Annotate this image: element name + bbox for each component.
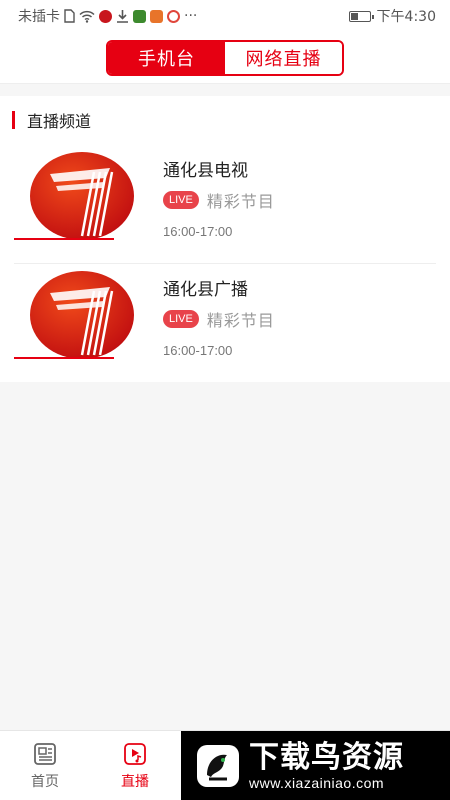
program-title: 精彩节目: [206, 311, 275, 330]
battery-icon: [348, 10, 374, 22]
section-header: 直播频道: [12, 110, 92, 131]
channel-name: 通化县电视: [163, 161, 248, 181]
live-row: LIVE 精彩节目: [163, 188, 275, 212]
channel-type-switch: 手机台 网络直播: [106, 39, 344, 76]
live-badge: LIVE: [163, 310, 199, 328]
status-bar: 未插卡 ··· 下午4:30: [0, 0, 450, 32]
chicken-notification-icon: [150, 9, 163, 23]
app-notification-icon: [99, 9, 112, 23]
station-logo-icon: [14, 152, 134, 240]
program-title: 精彩节目: [206, 192, 275, 211]
wifi-icon: [79, 10, 95, 23]
live-badge: LIVE: [163, 191, 199, 209]
tab-online-live[interactable]: 网络直播: [225, 41, 342, 74]
news-icon: [34, 743, 56, 765]
station-logo-icon: [14, 271, 134, 359]
watermark-title: 下载鸟资源: [249, 739, 404, 775]
game-notification-icon: [133, 9, 146, 23]
tab-live-label: 直播: [121, 774, 149, 790]
live-row: LIVE 精彩节目: [163, 307, 275, 331]
section-accent-bar: [12, 111, 15, 129]
tab-home[interactable]: 首页: [0, 731, 90, 800]
tab-mobile-station[interactable]: 手机台: [108, 41, 225, 74]
weibo-notification-icon: [167, 9, 180, 23]
carrier-text: 未插卡: [18, 9, 60, 25]
download-icon: [117, 10, 128, 23]
tab-home-label: 首页: [31, 774, 59, 790]
tab-live[interactable]: 直播: [90, 731, 180, 800]
section-title: 直播频道: [27, 112, 92, 131]
bird-logo-icon: [197, 744, 239, 787]
program-time: 16:00-17:00: [163, 224, 233, 239]
more-notifications-icon: ···: [184, 8, 198, 24]
channel-list-card: 直播频道 通化县电视 LIVE 精彩节目 16:00-17:00 通化县广播 L…: [0, 96, 450, 382]
channel-name: 通化县广播: [163, 280, 248, 300]
program-time: 16:00-17:00: [163, 343, 233, 358]
divider: [14, 263, 436, 264]
live-play-icon: [124, 743, 146, 765]
clock-text: 下午4:30: [376, 9, 436, 25]
channel-item-radio[interactable]: 通化县广播 LIVE 精彩节目 16:00-17:00: [0, 265, 450, 383]
header: 手机台 网络直播: [0, 32, 450, 84]
watermark-banner: 下载鸟资源 www.xiazainiao.com: [181, 731, 450, 800]
watermark-url: www.xiazainiao.com: [249, 774, 385, 791]
channel-item-tv[interactable]: 通化县电视 LIVE 精彩节目 16:00-17:00: [0, 146, 450, 264]
sim-icon: [64, 9, 75, 23]
